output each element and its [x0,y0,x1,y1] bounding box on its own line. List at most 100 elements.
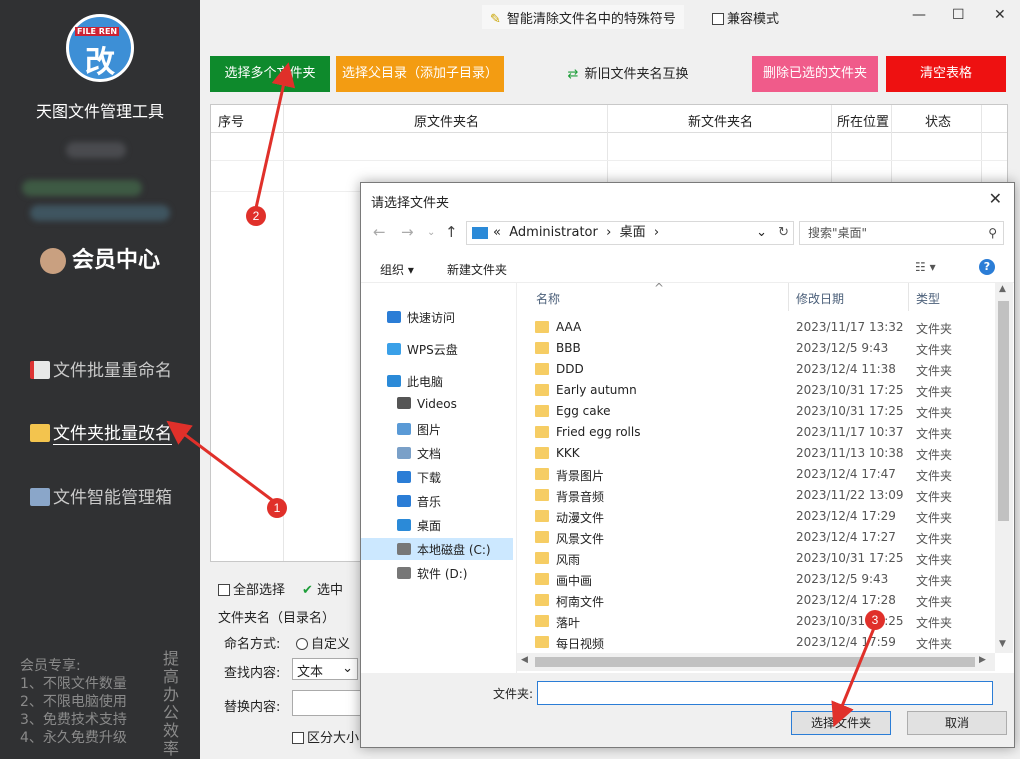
scroll-left-icon[interactable]: ◀ [521,655,528,665]
nav-folder-batch-rename[interactable]: 文件夹批量改名 [30,419,172,445]
folder-icon [535,552,549,564]
file-row[interactable]: BBB 2023/12/5 9:43 文件夹 [526,338,996,359]
file-row[interactable]: 画中画 2023/12/5 9:43 文件夹 [526,569,996,590]
select-multiple-folders-button[interactable]: 选择多个文件夹 [210,56,330,92]
nav-tree-item[interactable]: WPS云盘 [387,341,458,358]
nav-tree-item[interactable]: 文档 [397,445,441,462]
view-options-icon[interactable]: ☷ ▾ [915,260,936,274]
refresh-icon[interactable]: ↻ [778,222,789,244]
organize-menu[interactable]: 组织 ▾ [380,261,414,278]
file-name: 风景文件 [556,532,605,546]
nav-file-batch-rename[interactable]: 文件批量重命名 [30,356,172,381]
minimize-icon[interactable]: — [912,7,926,23]
breadcrumb-desktop[interactable]: 桌面 [620,225,646,240]
select-folder-button[interactable]: 选择文件夹 [791,711,891,735]
file-row[interactable]: 背景音频 2023/11/22 13:09 文件夹 [526,485,996,506]
scroll-right-icon[interactable]: ▶ [979,655,986,665]
folder-icon [535,405,549,417]
compat-mode-checkbox[interactable]: 兼容模式 [712,8,779,27]
member-center-button[interactable]: 会员中心 [40,242,160,274]
file-row[interactable]: DDD 2023/12/4 11:38 文件夹 [526,359,996,380]
file-row[interactable]: 动漫文件 2023/12/4 17:29 文件夹 [526,506,996,527]
back-arrow-icon[interactable]: ← [373,223,386,241]
file-row[interactable]: Early autumn 2023/10/31 17:25 文件夹 [526,380,996,401]
member-center-label: 会员中心 [72,247,161,273]
file-row[interactable]: 落叶 2023/10/31 17:25 文件夹 [526,611,996,632]
nav-smart-manager[interactable]: 文件智能管理箱 [30,483,172,508]
folder-icon [535,384,549,396]
custom-radio[interactable]: 自定义 [296,633,350,652]
file-row[interactable]: 风景文件 2023/12/4 17:27 文件夹 [526,527,996,548]
file-row[interactable]: 柯南文件 2023/12/4 17:28 文件夹 [526,590,996,611]
delete-selected-button[interactable]: 删除已选的文件夹 [752,56,878,92]
address-dropdown-icon[interactable]: ⌄ [756,222,767,244]
folder-name-input[interactable] [537,681,993,705]
horizontal-scrollbar[interactable]: ◀ ▶ [517,653,995,671]
checkbox-box[interactable] [218,584,230,596]
replace-input[interactable] [292,690,362,716]
nav-tree-item[interactable]: 软件 (D:) [397,565,467,582]
file-date: 2023/10/31 17:25 [796,551,904,565]
find-type-select[interactable]: 文本 ⌄ [292,658,358,680]
file-row[interactable]: AAA 2023/11/17 13:32 文件夹 [526,317,996,338]
step-marker-3: 3 [865,610,885,630]
help-icon[interactable]: ? [979,259,995,275]
col-name[interactable]: 名称 [536,290,560,307]
file-type: 文件夹 [916,427,953,441]
nav-tree-item[interactable]: 下载 [397,469,441,486]
nav-tree-item[interactable]: 音乐 [397,493,441,510]
breadcrumb-administrator[interactable]: Administrator [509,225,598,240]
nav-tree-item[interactable]: Videos [397,397,457,411]
file-row[interactable]: Egg cake 2023/10/31 17:25 文件夹 [526,401,996,422]
file-type: 文件夹 [916,385,953,399]
file-row[interactable]: 背景图片 2023/12/4 17:47 文件夹 [526,464,996,485]
folder-icon [535,615,549,627]
nav-tree-item[interactable]: 图片 [397,421,441,438]
search-icon[interactable]: ⚲ [988,222,997,244]
search-input[interactable]: 搜索"桌面" ⚲ [799,221,1004,245]
folder-icon [535,342,549,354]
file-row[interactable]: Fried egg rolls 2023/11/17 10:37 文件夹 [526,422,996,443]
breadcrumb-overflow[interactable]: « [493,225,501,240]
checkbox-box[interactable] [712,13,724,25]
radio-circle[interactable] [296,638,308,650]
nav-tree-item[interactable]: 此电脑 [387,373,443,390]
file-date: 2023/12/4 17:28 [796,593,896,607]
file-row[interactable]: KKK 2023/11/13 10:38 文件夹 [526,443,996,464]
address-bar[interactable]: « Administrator › 桌面 › ⌄ ↻ [466,221,794,245]
file-date: 2023/11/22 13:09 [796,488,904,502]
nav-tree-item[interactable]: 快速访问 [387,309,455,326]
checkbox-box[interactable] [292,732,304,744]
nav-tree-item[interactable]: 本地磁盘 (C:) [361,538,513,560]
vertical-scroll-thumb[interactable] [998,301,1009,521]
vertical-scrollbar[interactable]: ▲ ▼ [995,283,1013,653]
scroll-down-icon[interactable]: ▼ [999,639,1006,649]
select-parent-dir-button[interactable]: 选择父目录（添加子目录） [336,56,504,92]
col-type[interactable]: 类型 [916,290,940,307]
tree-item-label: WPS云盘 [407,343,458,357]
forward-arrow-icon[interactable]: → [401,223,414,241]
select-all-checkbox[interactable]: 全部选择 [218,579,285,598]
swap-names-button[interactable]: ⇄ 新旧文件夹名互换 [560,62,696,88]
selected-button[interactable]: ✔ 选中 [302,579,343,598]
cancel-button[interactable]: 取消 [907,711,1007,735]
file-date: 2023/11/17 10:37 [796,425,904,439]
recent-dropdown-icon[interactable]: ⌄ [427,227,435,238]
new-folder-button[interactable]: 新建文件夹 [447,261,507,278]
dialog-close-icon[interactable]: ✕ [989,189,1002,208]
file-row[interactable]: 风雨 2023/10/31 17:25 文件夹 [526,548,996,569]
horizontal-scroll-thumb[interactable] [535,657,975,667]
scroll-up-icon[interactable]: ▲ [999,284,1006,294]
file-type: 文件夹 [916,322,953,336]
file-name: 落叶 [556,616,581,630]
clear-table-button[interactable]: 清空表格 [886,56,1006,92]
tree-item-label: Videos [417,397,457,411]
up-arrow-icon[interactable]: ↑ [445,223,458,241]
file-row[interactable]: 每日视频 2023/12/4 17:59 文件夹 [526,632,996,653]
maximize-icon[interactable]: ☐ [952,7,965,23]
col-date[interactable]: 修改日期 [796,290,844,307]
folder-field-label: 文件夹: [493,687,534,701]
nav-tree-item[interactable]: 桌面 [397,517,441,534]
app-logo: FILE REN 改 [66,14,134,82]
close-window-icon[interactable]: ✕ [994,7,1006,23]
